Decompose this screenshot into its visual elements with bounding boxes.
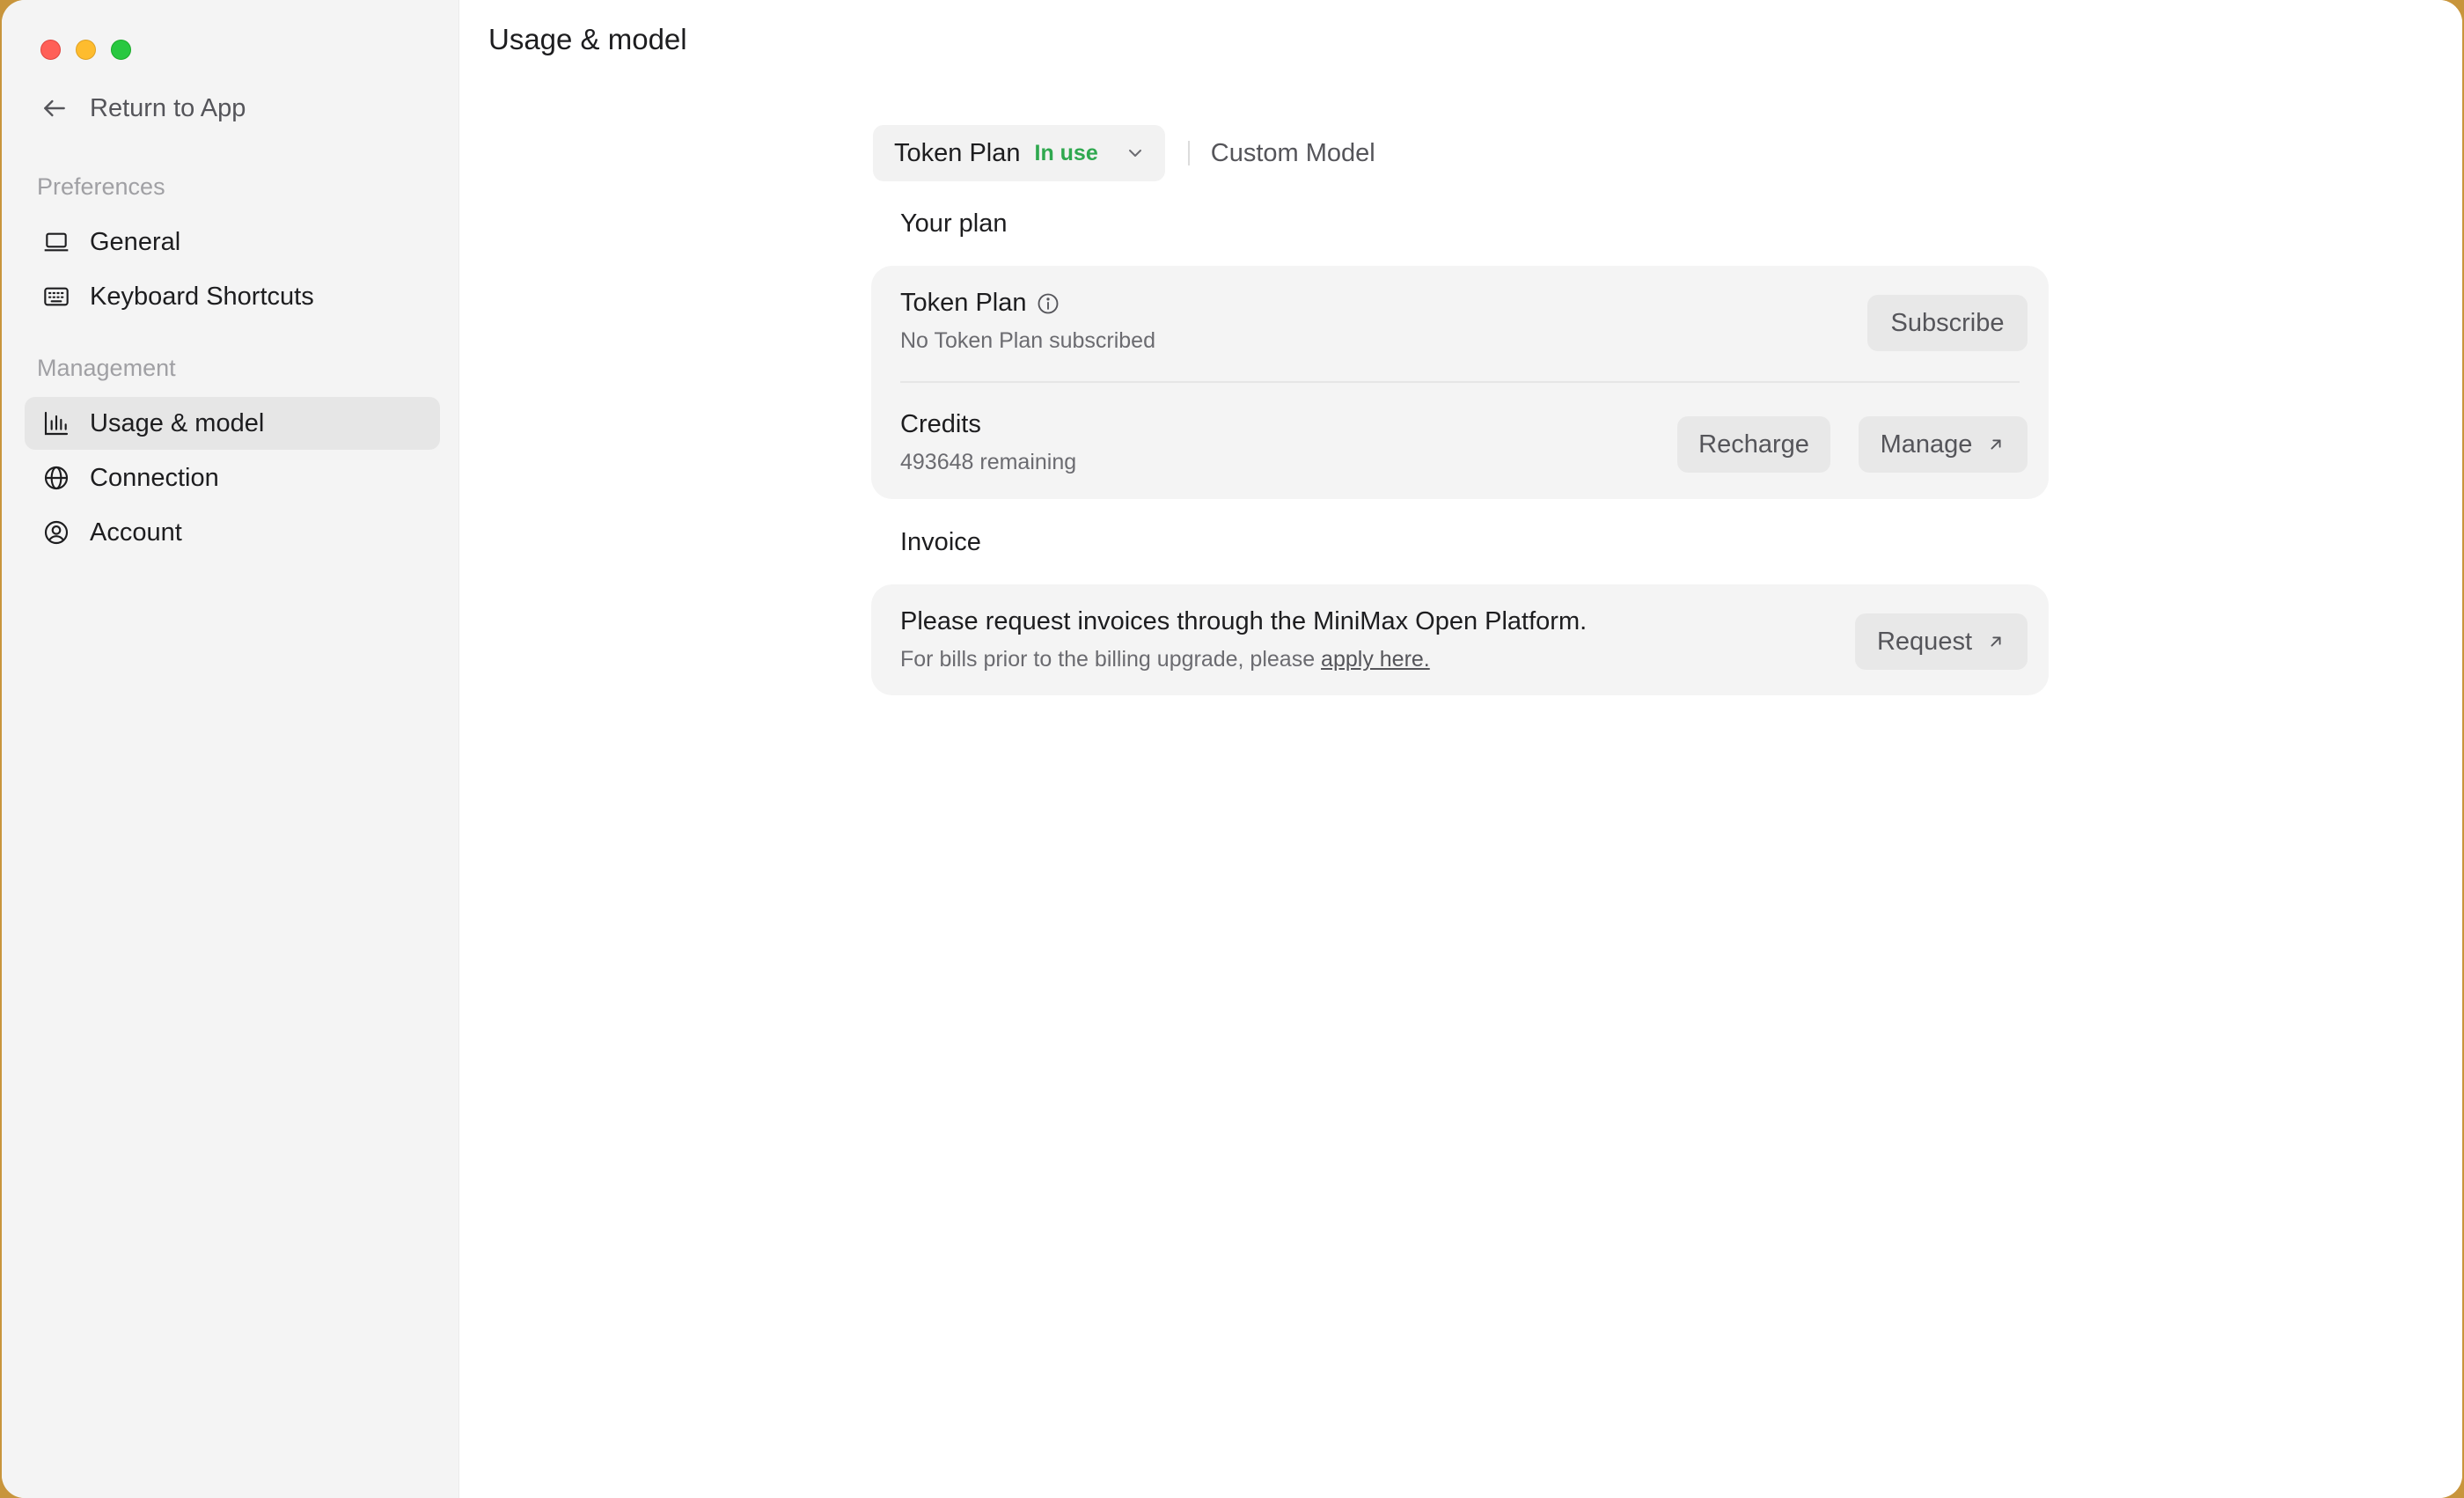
invoice-subtext-prefix: For bills prior to the billing upgrade, … [900,647,1322,672]
token-plan-status: No Token Plan subscribed [900,328,1155,353]
sidebar-item-label: Connection [90,463,219,492]
chevron-down-icon [1128,150,1141,157]
invoice-card: Please request invoices through the Mini… [871,584,2049,695]
token-plan-title: Token Plan [900,289,1027,317]
manage-button[interactable]: Manage [1859,416,2028,473]
page-title: Usage & model [488,23,687,55]
tab-token-plan-label: Token Plan [894,138,1021,167]
sidebar: Return to App Preferences General Keyboa… [2,0,459,1498]
close-window-button[interactable] [40,40,61,60]
invoice-heading: Invoice [900,528,981,556]
main-content: Usage & model Token Plan In use Custom M… [459,0,2462,1498]
keyboard-icon [44,287,69,306]
external-arrow-icon [1991,636,2001,647]
in-use-badge: In use [1034,140,1098,165]
minimize-window-button[interactable] [76,40,96,60]
laptop-icon [44,232,69,252]
info-icon[interactable] [1036,291,1060,316]
globe-icon [44,466,69,490]
plan-card: Token Plan No Token Plan subscribed Subs… [871,266,2049,499]
token-plan-row: Token Plan No Token Plan subscribed [900,289,2028,354]
credits-title: Credits [900,410,981,438]
request-label: Request [1876,627,1972,656]
window-controls [40,40,131,60]
recharge-button[interactable]: Recharge [1677,416,1830,473]
external-arrow-icon [1991,439,2001,450]
request-button[interactable]: Request [1855,613,2028,670]
user-circle-icon [44,520,69,545]
maximize-window-button[interactable] [111,40,131,60]
section-title-management: Management [37,355,176,381]
plan-divider [900,381,2020,383]
tab-custom-model[interactable]: Custom Model [1211,139,1375,168]
sidebar-item-keyboard-shortcuts[interactable]: Keyboard Shortcuts [25,270,440,323]
return-label: Return to App [90,93,246,122]
sidebar-item-label: Account [90,518,182,547]
sidebar-item-connection[interactable]: Connection [25,452,440,504]
manage-label: Manage [1880,430,1973,459]
subscribe-button[interactable]: Subscribe [1867,295,2028,351]
model-tabs: Token Plan In use Custom Model [873,125,1375,181]
return-to-app-button[interactable]: Return to App [40,89,246,128]
sidebar-item-label: General [90,227,181,256]
sidebar-item-label: Keyboard Shortcuts [90,282,314,311]
settings-window: Return to App Preferences General Keyboa… [2,0,2462,1498]
tab-divider [1187,141,1190,165]
bar-chart-icon [44,411,69,436]
section-title-preferences: Preferences [37,173,165,200]
invoice-text: Please request invoices through the Mini… [900,607,1588,635]
sidebar-item-label: Usage & model [90,408,265,437]
your-plan-heading: Your plan [900,209,1008,238]
apply-here-link[interactable]: apply here. [1321,647,1430,672]
sidebar-item-general[interactable]: General [25,216,440,268]
tab-token-plan[interactable]: Token Plan In use [873,125,1165,181]
sidebar-item-usage-model[interactable]: Usage & model [25,397,440,450]
arrow-left-icon [44,99,65,117]
sidebar-item-account[interactable]: Account [25,506,440,559]
